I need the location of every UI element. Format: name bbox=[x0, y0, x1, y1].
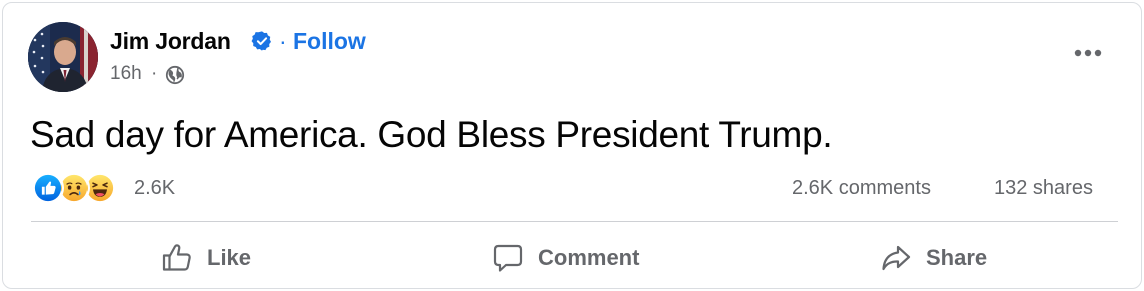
share-arrow-icon bbox=[882, 245, 911, 271]
like-reaction-icon bbox=[32, 172, 64, 204]
reaction-count[interactable]: 2.6K bbox=[134, 177, 175, 200]
thumbs-up-icon bbox=[162, 244, 191, 271]
comment-button[interactable]: Comment bbox=[492, 233, 639, 283]
meta-separator: · bbox=[151, 63, 158, 84]
post-text: Sad day for America. God Bless President… bbox=[30, 114, 833, 155]
share-button[interactable]: Share bbox=[880, 233, 987, 283]
author-name[interactable]: Jim Jordan bbox=[110, 28, 231, 55]
post-timestamp[interactable]: 16h bbox=[110, 63, 142, 85]
post-card: Jim Jordan · Follow 16h · Sad day for Am… bbox=[2, 2, 1142, 289]
divider bbox=[31, 221, 1118, 222]
follow-button[interactable]: Follow bbox=[293, 28, 366, 55]
like-label: Like bbox=[207, 245, 252, 270]
comment-bubble-icon bbox=[493, 244, 523, 272]
verified-badge-icon bbox=[251, 31, 271, 51]
share-label: Share bbox=[926, 245, 988, 270]
reaction-icons[interactable] bbox=[32, 172, 127, 204]
comments-count[interactable]: 2.6K comments bbox=[792, 177, 931, 200]
more-options-icon[interactable] bbox=[1071, 43, 1105, 63]
comment-label: Comment bbox=[538, 245, 640, 270]
globe-icon bbox=[165, 65, 185, 85]
name-separator: · bbox=[279, 28, 287, 54]
author-avatar[interactable] bbox=[28, 22, 98, 92]
shares-count[interactable]: 132 shares bbox=[994, 177, 1093, 200]
like-button[interactable]: Like bbox=[161, 233, 251, 283]
